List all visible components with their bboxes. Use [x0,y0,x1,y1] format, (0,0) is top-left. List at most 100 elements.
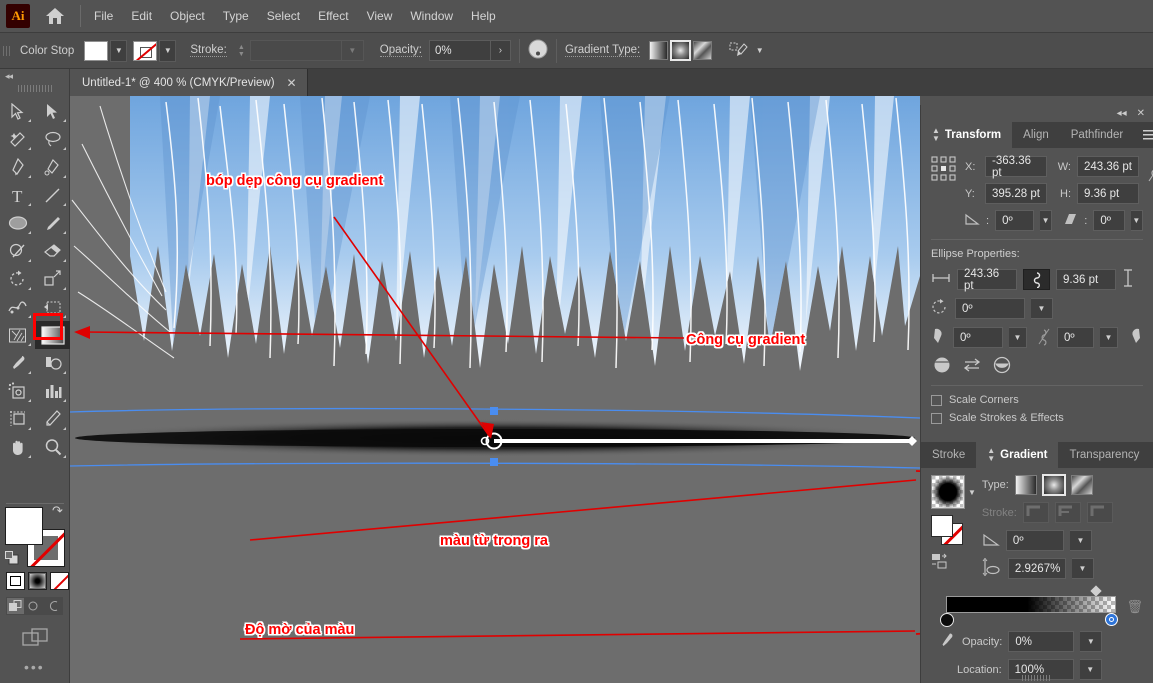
home-icon[interactable] [44,5,66,27]
change-screen-mode-button[interactable] [22,627,50,652]
gradient-reverse-icon[interactable] [931,553,976,574]
gradient-tool[interactable] [35,321,70,349]
eraser-tool[interactable] [35,237,70,265]
tab-transparency[interactable]: Transparency [1058,442,1150,468]
close-icon[interactable]: ✕ [287,76,297,90]
pie-start-chevron-down-icon[interactable]: ▼ [1009,327,1027,348]
panel-resize-grip[interactable] [1022,675,1052,681]
transform-x-field[interactable]: -363.36 pt [985,156,1047,177]
control-bar-grip[interactable] [3,41,12,61]
opacity-field[interactable]: 0% [429,40,491,61]
rotate-tool[interactable] [0,265,35,293]
draw-behind-button[interactable] [25,597,44,615]
gradient-type-radial-button[interactable] [671,41,690,60]
menu-view[interactable]: View [358,5,402,27]
fill-chevron-down-icon[interactable]: ▼ [110,40,127,62]
stroke-weight-chevron-down-icon[interactable]: ▼ [342,40,364,61]
transform-constrain-proportions-toggle[interactable] [1147,160,1153,187]
pie-start-angle-field[interactable]: 0º [953,327,1003,348]
tools-panel-grip[interactable] [18,85,54,92]
menu-object[interactable]: Object [161,5,214,27]
scale-strokes-row[interactable]: Scale Strokes & Effects [931,412,1143,424]
magic-wand-tool[interactable] [0,125,35,153]
pie-invert-right-icon[interactable] [993,356,1011,377]
curvature-tool[interactable] [35,153,70,181]
scale-tool[interactable] [35,265,70,293]
pie-swap-icon[interactable] [963,358,981,375]
gradient-aspect-chevron-down-icon[interactable]: ▼ [1072,558,1094,579]
gradient-type-radial-button[interactable] [1043,475,1065,495]
gradient-presets-chevron-down-icon[interactable]: ▼ [968,488,976,497]
shape-builder-tool[interactable] [0,321,35,349]
pen-tool[interactable] [0,153,35,181]
direct-selection-tool[interactable] [35,97,70,125]
gradient-stop-start[interactable] [940,613,954,627]
shear-chevron-down-icon[interactable]: ▼ [1131,210,1143,231]
gradient-ramp[interactable] [946,596,1116,613]
hand-tool[interactable] [0,433,35,461]
width-tool[interactable] [0,293,35,321]
gradient-aspect-field[interactable]: 2.9267% [1008,558,1066,579]
collapse-dock-icon[interactable]: ◂◂ [1117,108,1127,119]
transform-y-field[interactable]: 395.28 pt [985,183,1047,204]
gradient-fill-swatch[interactable] [931,515,953,537]
swap-fill-stroke-icon[interactable]: ↷ [52,503,63,519]
gradient-stroke-within-button[interactable] [1023,502,1049,523]
selection-tool[interactable] [0,97,35,125]
color-mode-gradient-button[interactable] [28,572,47,590]
gradient-midpoint-marker[interactable] [1090,585,1101,596]
rotate-chevron-down-icon[interactable]: ▼ [1040,210,1052,231]
transform-h-field[interactable]: 9.36 pt [1077,183,1139,204]
panel-toggle-icon[interactable]: ▲▼ [932,127,940,143]
menu-type[interactable]: Type [214,5,258,27]
paintbrush-tool[interactable] [35,209,70,237]
scale-corners-checkbox[interactable] [931,395,942,406]
ellipse-height-field[interactable]: 9.36 pt [1056,269,1116,290]
tab-pathfinder[interactable]: Pathfinder [1060,122,1134,148]
opacity-mask-icon[interactable] [528,39,548,62]
ellipse-rotate-chevron-down-icon[interactable]: ▼ [1031,298,1053,319]
ellipse-width-field[interactable]: 243.36 pt [957,269,1017,290]
color-mode-color-button[interactable] [6,572,25,590]
gradient-panel-toggle-icon[interactable]: ▲▼ [987,447,995,463]
tab-gradient[interactable]: ▲▼ Gradient [976,442,1058,468]
menu-edit[interactable]: Edit [122,5,161,27]
menu-select[interactable]: Select [258,5,309,27]
edit-gradient-icon[interactable] [729,40,749,61]
pie-constrain-icon[interactable] [1037,326,1051,349]
line-segment-tool[interactable] [35,181,70,209]
menu-effect[interactable]: Effect [309,5,357,27]
gradient-options-chevron-down-icon[interactable]: ▼ [751,40,768,62]
type-tool[interactable]: T [0,181,35,209]
eyedropper-icon[interactable] [939,632,954,652]
gradient-preview-swatch[interactable] [931,475,965,509]
reference-point-selector[interactable] [931,156,957,182]
gradient-type-linear-button[interactable] [649,41,668,60]
gradient-type-freeform-button[interactable] [693,41,712,60]
gradient-type-freeform-button[interactable] [1071,475,1093,495]
column-graph-tool[interactable] [35,377,70,405]
shaper-tool[interactable] [0,237,35,265]
ellipse-tool[interactable] [0,209,35,237]
menu-window[interactable]: Window [401,5,462,27]
menu-file[interactable]: File [85,5,122,27]
pie-end-chevron-down-icon[interactable]: ▼ [1100,327,1118,348]
color-mode-none-button[interactable] [50,572,69,590]
draw-inside-button[interactable] [44,597,63,615]
fill-swatch[interactable] [5,507,43,545]
fill-color-swatch[interactable] [84,41,108,61]
document-tab[interactable]: Untitled-1* @ 400 % (CMYK/Preview) ✕ [70,69,308,96]
blend-tool[interactable] [35,349,70,377]
transform-shear-field[interactable]: 0º [1093,210,1124,231]
transform-rotate-field[interactable]: 0º [995,210,1034,231]
gradient-angle-field[interactable]: 0º [1006,530,1064,551]
pie-end-angle-field[interactable]: 0º [1057,327,1094,348]
slice-tool[interactable] [35,405,70,433]
stroke-chevron-down-icon[interactable]: ▼ [159,40,176,62]
free-transform-tool[interactable] [35,293,70,321]
stroke-color-swatch[interactable] [133,41,157,61]
delete-gradient-stop-icon[interactable]: 🗑 [1126,599,1143,615]
eyedropper-tool[interactable] [0,349,35,377]
gradient-angle-chevron-down-icon[interactable]: ▼ [1070,530,1092,551]
opacity-expand-icon[interactable]: › [491,40,511,61]
